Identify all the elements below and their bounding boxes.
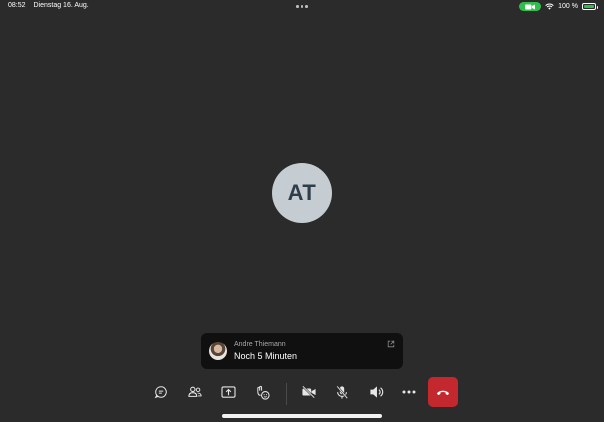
more-icon bbox=[402, 390, 416, 394]
battery-icon bbox=[582, 3, 598, 10]
chat-notification[interactable]: Andre Thiemann Noch 5 Minuten bbox=[201, 333, 403, 369]
home-indicator[interactable] bbox=[222, 414, 382, 418]
participants-button[interactable] bbox=[180, 377, 210, 407]
sender-avatar bbox=[209, 342, 227, 360]
status-bar: 08:52 Dienstag 16. Aug. 100 % bbox=[0, 0, 604, 14]
notification-message: Noch 5 Minuten bbox=[234, 351, 298, 361]
popout-icon[interactable] bbox=[387, 340, 395, 348]
camera-toggle-button[interactable] bbox=[294, 377, 324, 407]
camera-active-icon bbox=[519, 2, 542, 11]
reactions-button[interactable] bbox=[247, 377, 277, 407]
chat-button[interactable] bbox=[146, 377, 176, 407]
hang-up-icon bbox=[436, 390, 450, 395]
participant-initials: AT bbox=[287, 180, 317, 205]
reactions-icon bbox=[256, 385, 270, 400]
status-date: Dienstag 16. Aug. bbox=[33, 2, 89, 9]
speaker-button[interactable] bbox=[361, 377, 391, 407]
speaker-icon bbox=[369, 386, 383, 398]
participant-avatar: AT bbox=[272, 163, 332, 223]
battery-percent: 100 % bbox=[558, 3, 578, 10]
more-options-button[interactable] bbox=[394, 377, 424, 407]
status-time: 08:52 bbox=[8, 2, 26, 9]
toolbar-divider bbox=[286, 383, 287, 405]
share-screen-button[interactable] bbox=[213, 377, 243, 407]
status-left: 08:52 Dienstag 16. Aug. bbox=[8, 2, 95, 9]
mic-off-icon bbox=[336, 385, 349, 399]
share-screen-icon bbox=[220, 385, 236, 398]
people-icon bbox=[188, 386, 202, 397]
camera-off-icon bbox=[302, 385, 316, 399]
call-toolbar bbox=[0, 377, 604, 409]
mute-button[interactable] bbox=[327, 377, 357, 407]
hang-up-button[interactable] bbox=[428, 377, 458, 407]
status-right: 100 % bbox=[519, 2, 598, 11]
notification-sender: Andre Thiemann bbox=[234, 341, 286, 348]
multitasking-dots-icon[interactable] bbox=[296, 5, 308, 8]
chat-icon bbox=[154, 386, 167, 399]
wifi-icon bbox=[545, 3, 554, 10]
